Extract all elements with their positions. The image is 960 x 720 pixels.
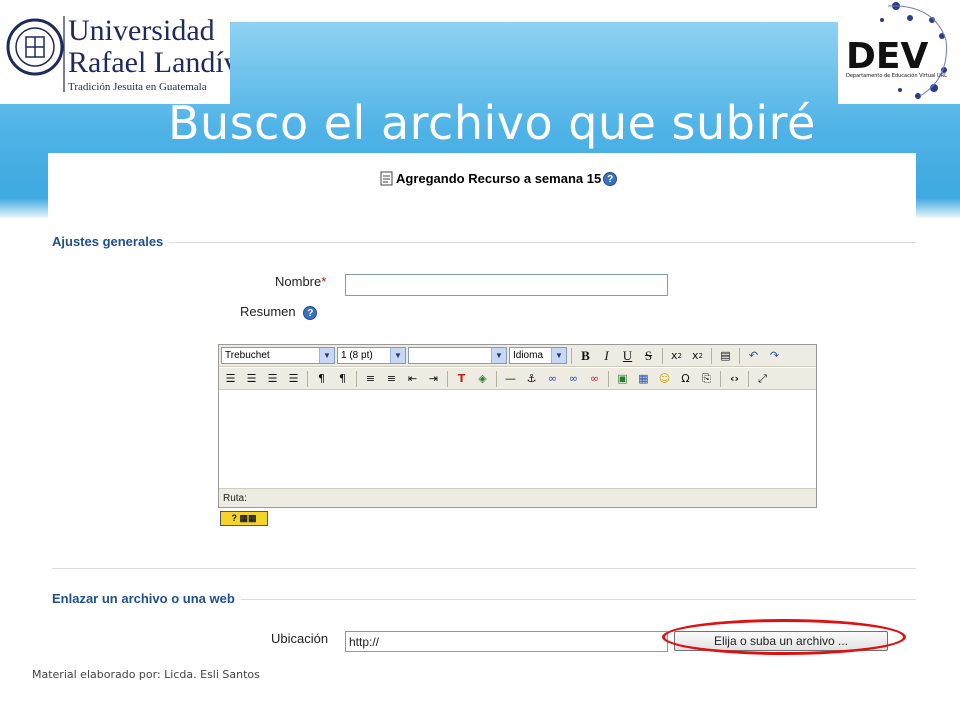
toolbar-separator xyxy=(711,347,712,364)
rtl-icon[interactable]: ¶ xyxy=(333,370,352,388)
chevron-down-icon: ▼ xyxy=(491,348,506,363)
ltr-icon[interactable]: ¶ xyxy=(312,370,331,388)
toolbar-separator xyxy=(608,370,609,387)
logo-line2: Rafael Landívar xyxy=(68,46,230,79)
html-source-icon[interactable]: ‹› xyxy=(725,370,744,388)
name-label: Nombre* xyxy=(275,274,326,289)
background-color-icon[interactable]: ◈ xyxy=(473,370,492,388)
nolink-icon[interactable]: ∞ xyxy=(585,370,604,388)
university-logo: Universidad Rafael Landívar Tradición Je… xyxy=(0,0,262,104)
italic-icon[interactable]: I xyxy=(597,347,616,365)
help-icon[interactable]: ? xyxy=(603,171,618,186)
summary-label-text: Resumen xyxy=(240,304,296,319)
legend-general-settings: Ajustes generales xyxy=(52,234,170,249)
toolbar-separator xyxy=(307,370,308,387)
font-family-value: Trebuchet xyxy=(225,350,270,361)
strikethrough-icon[interactable]: S xyxy=(639,347,658,365)
divider xyxy=(52,568,916,569)
logo-line1: Universidad xyxy=(68,14,215,47)
horizontal-rule-icon[interactable]: — xyxy=(501,370,520,388)
align-center-icon[interactable]: ☰ xyxy=(242,370,261,388)
legend-link-file: Enlazar un archivo o una web xyxy=(52,591,241,606)
form-heading-text: Agregando Recurso a semana 15 xyxy=(396,171,602,186)
undo-icon[interactable]: ↶ xyxy=(744,347,763,365)
special-char-icon[interactable]: Ω xyxy=(676,370,695,388)
editor-content-area[interactable] xyxy=(219,393,816,487)
required-mark: * xyxy=(321,274,327,289)
subscript-icon[interactable]: x2 xyxy=(667,347,686,365)
language-value: Idioma xyxy=(513,350,544,361)
ordered-list-icon[interactable]: ≡ xyxy=(361,370,380,388)
toolbar-separator xyxy=(496,370,497,387)
format-select[interactable]: ▼ xyxy=(408,347,507,364)
toolbar-separator xyxy=(662,347,663,364)
unordered-list-icon[interactable]: ≡ xyxy=(382,370,401,388)
table-icon[interactable]: ▦ xyxy=(634,370,653,388)
align-left-icon[interactable]: ☰ xyxy=(221,370,240,388)
toolbar-separator xyxy=(748,370,749,387)
font-family-select[interactable]: Trebuchet ▼ xyxy=(221,347,335,364)
dev-logo: DEV Departamento de Educación Virtual UR… xyxy=(838,0,960,104)
smiley-icon[interactable]: ☺ xyxy=(655,370,674,388)
clean-word-icon[interactable]: ▤ xyxy=(716,347,735,365)
image-icon[interactable]: ▣ xyxy=(613,370,632,388)
anchor-icon[interactable]: ⚓ xyxy=(522,370,541,388)
toolbar-separator xyxy=(571,347,572,364)
toolbar-separator xyxy=(720,370,721,387)
unlink-icon[interactable]: ∞ xyxy=(564,370,583,388)
location-input[interactable] xyxy=(345,631,668,652)
moodle-form-screenshot: Agregando Recurso a semana 15 ? Ajustes … xyxy=(48,153,916,658)
toolbar-separator xyxy=(447,370,448,387)
slide-title: Busco el archivo que subiré xyxy=(168,96,816,150)
editor-toolbar-row-1: Trebuchet ▼ 1 (8 pt) ▼ ▼ Idioma ▼ B I U S x… xyxy=(219,345,816,367)
toolbar-separator xyxy=(739,347,740,364)
location-label: Ubicación xyxy=(271,631,329,646)
align-justify-icon[interactable]: ☰ xyxy=(284,370,303,388)
link-icon[interactable]: ∞ xyxy=(543,370,562,388)
bold-icon[interactable]: B xyxy=(576,347,595,365)
fullscreen-icon[interactable]: ⤢ xyxy=(753,370,772,388)
name-label-text: Nombre xyxy=(275,274,322,289)
editor-path-bar: Ruta: xyxy=(219,488,816,507)
keyboard-help-button[interactable]: ? ▦▦ xyxy=(220,511,268,526)
chevron-down-icon: ▼ xyxy=(319,348,334,363)
highlight-oval xyxy=(662,619,906,655)
toolbar-separator xyxy=(356,370,357,387)
dev-logo-text: DEV xyxy=(846,36,928,77)
superscript-icon[interactable]: x2 xyxy=(688,347,707,365)
dev-logo-subtext: Departamento de Educación Virtual URL xyxy=(846,72,947,79)
resource-page-icon xyxy=(380,171,393,186)
search-replace-icon[interactable]: ⎘ xyxy=(697,370,716,388)
align-right-icon[interactable]: ☰ xyxy=(263,370,282,388)
editor-toolbar-row-2: ☰ ☰ ☰ ☰ ¶ ¶ ≡ ≡ ⇤ ⇥ T ◈ — ⚓ ∞ ∞ ∞ ▣ ▦ ☺ … xyxy=(219,368,816,390)
redo-icon[interactable]: ↷ xyxy=(765,347,784,365)
slide-footer: Material elaborado por: Licda. Esli Sant… xyxy=(32,668,260,681)
path-label: Ruta: xyxy=(223,493,247,504)
summary-help-icon[interactable]: ? xyxy=(303,306,318,320)
html-editor: Trebuchet ▼ 1 (8 pt) ▼ ▼ Idioma ▼ B I U S x… xyxy=(218,344,817,508)
font-size-select[interactable]: 1 (8 pt) ▼ xyxy=(337,347,406,364)
language-select[interactable]: Idioma ▼ xyxy=(509,347,567,364)
text-color-icon[interactable]: T xyxy=(452,370,471,388)
seal-icon xyxy=(6,18,64,76)
divider xyxy=(52,242,916,243)
font-size-value: 1 (8 pt) xyxy=(341,350,373,361)
chevron-down-icon: ▼ xyxy=(551,348,566,363)
underline-icon[interactable]: U xyxy=(618,347,637,365)
outdent-icon[interactable]: ⇤ xyxy=(403,370,422,388)
chevron-down-icon: ▼ xyxy=(390,348,405,363)
form-heading: Agregando Recurso a semana 15 ? xyxy=(380,171,618,186)
logo-tagline: Tradición Jesuita en Guatemala xyxy=(68,81,207,93)
name-input[interactable] xyxy=(345,274,668,296)
indent-icon[interactable]: ⇥ xyxy=(424,370,443,388)
summary-label: Resumen ? xyxy=(240,304,318,320)
